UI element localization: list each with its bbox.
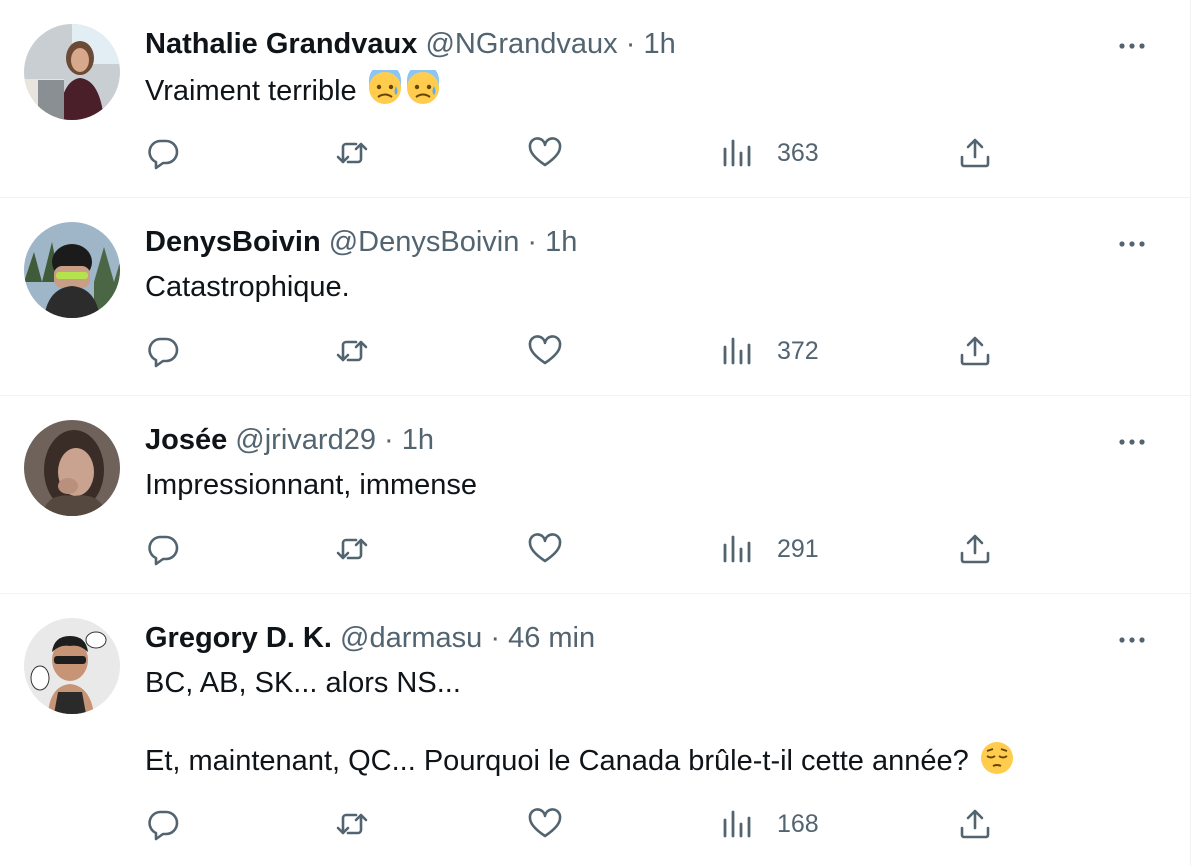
reply-icon — [148, 337, 179, 368]
like-button[interactable] — [527, 133, 563, 173]
views-button[interactable]: 291 — [719, 529, 819, 569]
display-name[interactable]: Josée — [145, 424, 227, 456]
tweet-header: Josée @jrivard29 · 1h — [145, 422, 434, 458]
tweet-1[interactable]: Nathalie Grandvaux @NGrandvaux · 1h Vrai… — [0, 0, 1190, 198]
tweet-text: Catastrophique. — [145, 271, 350, 303]
display-name[interactable]: DenysBoivin — [145, 226, 321, 258]
reply-button[interactable] — [145, 529, 181, 569]
tweet-3[interactable]: Josée @jrivard29 · 1h Impressionnant, im… — [0, 396, 1190, 594]
more-icon[interactable] — [1114, 424, 1150, 460]
reply-icon — [148, 810, 179, 841]
separator-dot: · — [384, 424, 394, 456]
tweet-text-paragraph-2: Et, maintenant, QC... Pourquoi le Canada… — [145, 740, 1015, 780]
reply-button[interactable] — [145, 133, 181, 173]
share-button[interactable] — [957, 804, 993, 844]
avatar[interactable] — [24, 420, 120, 516]
share-icon — [960, 336, 990, 366]
avatar[interactable] — [24, 24, 120, 120]
tweet-header: Gregory D. K. @darmasu · 46 min — [145, 620, 595, 656]
like-icon — [528, 808, 562, 838]
reply-button[interactable] — [145, 331, 181, 371]
reply-icon — [148, 139, 179, 170]
tweet-text: Impressionnant, immense — [145, 469, 478, 501]
separator-dot: · — [527, 226, 538, 258]
views-count: 363 — [777, 138, 819, 167]
tweet-actions: 168 — [145, 804, 995, 844]
share-button[interactable] — [957, 529, 993, 569]
tweet-header: Nathalie Grandvaux @NGrandvaux · 1h — [145, 26, 676, 62]
more-icon[interactable] — [1114, 622, 1150, 658]
reply-button[interactable] — [145, 804, 181, 844]
timestamp[interactable]: 1h — [643, 28, 675, 60]
avatar[interactable] — [24, 222, 120, 318]
retweet-icon — [336, 340, 368, 362]
timestamp[interactable]: 46 min — [508, 622, 595, 654]
tweet-2[interactable]: DenysBoivin @DenysBoivin · 1h Catastroph… — [0, 198, 1190, 396]
retweet-button[interactable] — [334, 529, 370, 569]
tweet-actions: 363 — [145, 133, 995, 173]
anxious-face-with-sweat-icon — [367, 70, 403, 106]
retweet-button[interactable] — [334, 804, 370, 844]
tweet-actions: 372 — [145, 331, 995, 371]
tweet-header: DenysBoivin @DenysBoivin · 1h — [145, 224, 577, 260]
reply-feed: Nathalie Grandvaux @NGrandvaux · 1h Vrai… — [0, 0, 1191, 866]
tweet-text: BC, AB, SK... alors NS... — [145, 664, 461, 702]
views-button[interactable]: 363 — [719, 133, 819, 173]
views-count: 168 — [777, 809, 819, 838]
display-name[interactable]: Gregory D. K. — [145, 622, 332, 654]
user-handle[interactable]: @DenysBoivin — [329, 226, 520, 258]
separator-dot: · — [625, 28, 636, 60]
like-icon — [528, 335, 562, 365]
anxious-face-with-sweat-icon — [405, 70, 441, 106]
views-button[interactable]: 372 — [719, 331, 819, 371]
pensive-face-icon — [979, 740, 1015, 776]
more-icon[interactable] — [1114, 28, 1150, 64]
avatar[interactable] — [24, 618, 120, 714]
views-button[interactable]: 168 — [719, 804, 819, 844]
like-icon — [528, 533, 562, 563]
views-count: 372 — [777, 336, 819, 365]
retweet-button[interactable] — [334, 331, 370, 371]
tweet-text: Vraiment terrible — [145, 70, 441, 110]
tweet-text-line-2: Et, maintenant, QC... Pourquoi le Canada… — [145, 745, 969, 777]
share-icon — [960, 534, 990, 564]
more-icon[interactable] — [1114, 226, 1150, 262]
separator-dot: · — [490, 622, 501, 654]
reply-icon — [148, 535, 179, 566]
user-handle[interactable]: @NGrandvaux — [425, 28, 617, 60]
views-count: 291 — [777, 534, 819, 563]
display-name[interactable]: Nathalie Grandvaux — [145, 28, 417, 60]
user-handle[interactable]: @jrivard29 — [235, 424, 376, 456]
views-icon — [723, 139, 751, 167]
views-icon — [723, 337, 751, 365]
share-button[interactable] — [957, 133, 993, 173]
tweet-text-line-1: BC, AB, SK... alors NS... — [145, 667, 461, 699]
like-button[interactable] — [527, 331, 563, 371]
retweet-icon — [336, 142, 368, 164]
retweet-icon — [336, 813, 368, 835]
timestamp[interactable]: 1h — [402, 424, 434, 456]
like-icon — [528, 137, 562, 167]
share-button[interactable] — [957, 331, 993, 371]
timestamp[interactable]: 1h — [545, 226, 577, 258]
retweet-icon — [336, 538, 368, 560]
share-icon — [960, 809, 990, 839]
retweet-button[interactable] — [334, 133, 370, 173]
views-icon — [723, 535, 751, 563]
share-icon — [960, 138, 990, 168]
tweet-actions: 291 — [145, 529, 995, 569]
like-button[interactable] — [527, 804, 563, 844]
like-button[interactable] — [527, 529, 563, 569]
views-icon — [723, 810, 751, 838]
user-handle[interactable]: @darmasu — [340, 622, 482, 654]
tweet-4[interactable]: Gregory D. K. @darmasu · 46 min BC, AB, … — [0, 594, 1190, 866]
tweet-text-content: Vraiment terrible — [145, 75, 357, 107]
